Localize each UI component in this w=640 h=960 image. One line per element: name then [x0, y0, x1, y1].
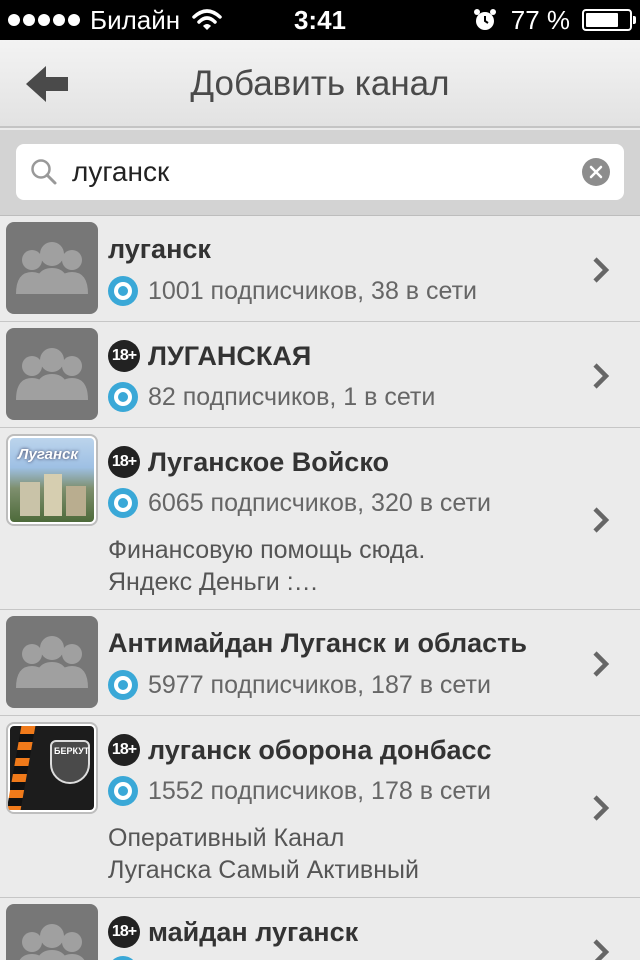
channel-description-line: Луганска Самый Активный: [108, 856, 419, 884]
channel-title: луганск: [108, 234, 211, 264]
channel-stats: 5977 подписчиков, 187 в сети: [148, 670, 491, 699]
clear-search-button[interactable]: [582, 158, 610, 186]
battery-percent: 77 %: [510, 4, 570, 35]
back-arrow-icon: [26, 66, 68, 102]
page-title: Добавить канал: [190, 64, 450, 103]
channel-description-line: Оперативный Канал: [108, 824, 345, 852]
channel-title: Луганское Войско: [148, 446, 389, 477]
online-status-icon: [108, 776, 138, 806]
group-avatar-icon: [6, 222, 98, 314]
channel-stats: 6065 подписчиков, 320 в сети: [148, 488, 491, 517]
chevron-right-icon: [593, 795, 610, 821]
channel-stats: 1001 подписчиков, 38 в сети: [148, 276, 478, 305]
channel-thumbnail: БЕРКУТ: [6, 722, 98, 814]
alarm-icon: [473, 9, 496, 30]
age-restriction-badge: 18+: [108, 916, 140, 948]
navigation-bar: Добавить канал: [0, 40, 640, 128]
online-status-icon: [108, 488, 138, 518]
chevron-right-icon: [593, 939, 610, 960]
channel-title: майдан луганск: [148, 916, 359, 947]
search-input[interactable]: [72, 152, 572, 192]
chevron-right-icon: [593, 257, 610, 283]
back-button[interactable]: [24, 62, 72, 106]
list-item[interactable]: 18+ майдан луганск: [0, 898, 640, 960]
channel-description-line: Финансовую помощь сюда.: [108, 536, 426, 564]
clear-icon: [589, 165, 603, 179]
list-item[interactable]: луганск 1001 подписчиков, 38 в сети: [0, 216, 640, 322]
channel-title: Антимайдан Луганск и область: [108, 628, 527, 658]
chevron-right-icon: [593, 651, 610, 677]
chevron-right-icon: [593, 363, 610, 389]
online-status-icon: [108, 956, 138, 960]
online-status-icon: [108, 382, 138, 412]
thumbnail-caption: Луганск: [18, 446, 78, 463]
online-status-icon: [108, 276, 138, 306]
battery-icon: [582, 9, 636, 31]
online-status-icon: [108, 670, 138, 700]
search-field-container[interactable]: [16, 144, 624, 200]
channel-stats: 1552 подписчиков, 178 в сети: [148, 776, 491, 805]
group-avatar-icon: [6, 328, 98, 420]
channel-thumbnail: Луганск: [6, 434, 98, 526]
search-bar: [0, 130, 640, 216]
status-bar: Билайн 3:41 77 %: [0, 0, 640, 40]
channel-description-line: Яндекс Деньги :…: [108, 568, 319, 596]
thumbnail-caption: БЕРКУТ: [54, 746, 90, 756]
list-item[interactable]: Луганск 18+ Луганское Войско 6065 подпис…: [0, 428, 640, 610]
channel-title: луганск оборона донбасс: [148, 734, 492, 765]
age-restriction-badge: 18+: [108, 340, 140, 372]
age-restriction-badge: 18+: [108, 446, 140, 478]
group-avatar-icon: [6, 904, 98, 960]
list-item[interactable]: БЕРКУТ 18+ луганск оборона донбасс 1552 …: [0, 716, 640, 898]
channel-title: ЛУГАНСКАЯ: [148, 340, 312, 371]
list-item[interactable]: 18+ ЛУГАНСКАЯ 82 подписчиков, 1 в сети: [0, 322, 640, 428]
group-avatar-icon: [6, 616, 98, 708]
chevron-right-icon: [593, 507, 610, 533]
list-item[interactable]: Антимайдан Луганск и область 5977 подпис…: [0, 610, 640, 716]
channel-stats: 82 подписчиков, 1 в сети: [148, 382, 436, 411]
age-restriction-badge: 18+: [108, 734, 140, 766]
search-icon: [31, 159, 57, 185]
